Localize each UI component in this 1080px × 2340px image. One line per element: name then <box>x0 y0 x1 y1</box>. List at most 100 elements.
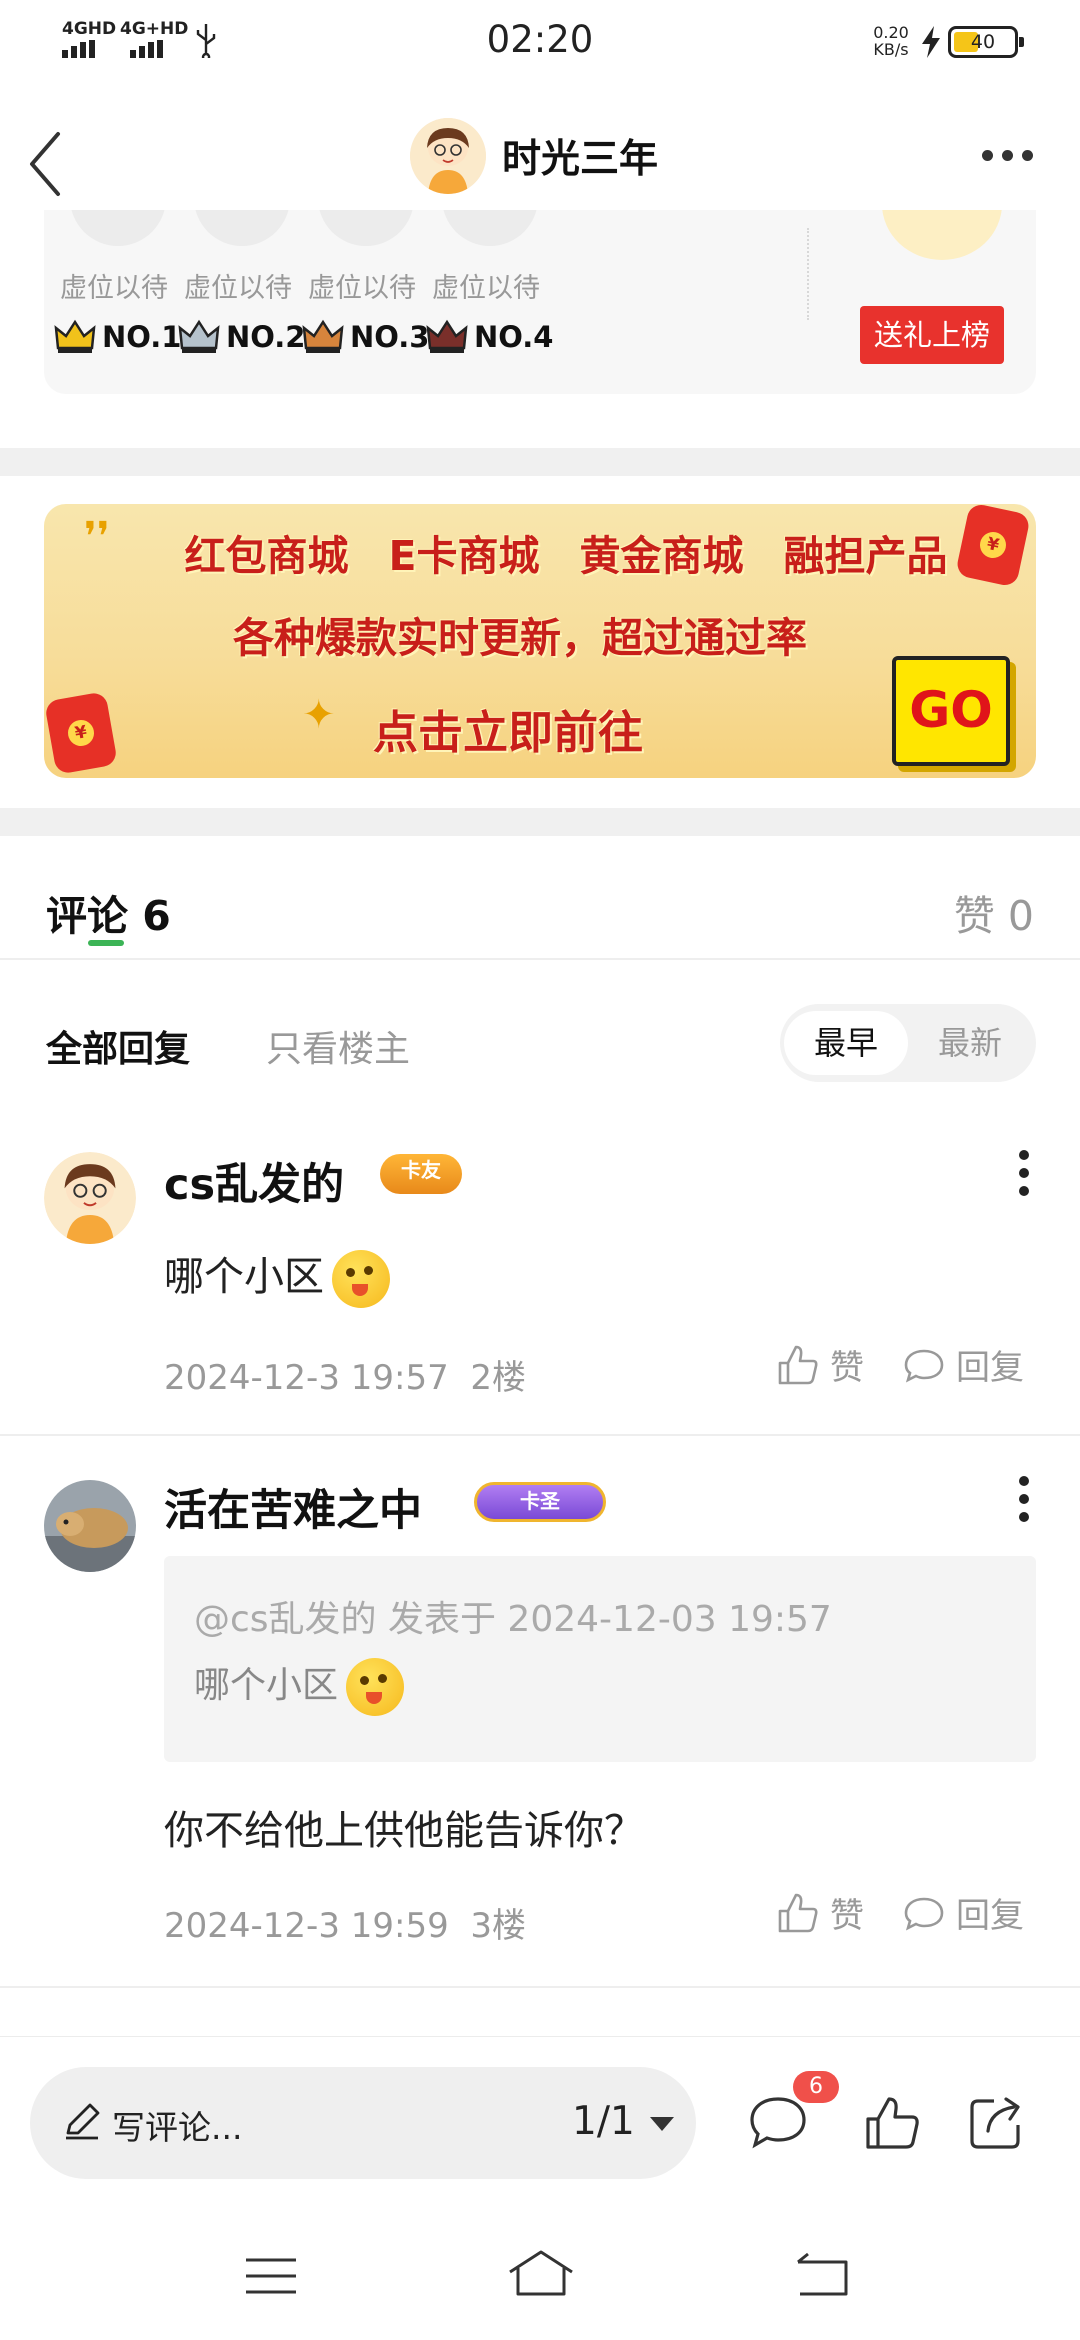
rank-divider <box>807 228 809 320</box>
dog-photo-avatar-icon <box>44 1480 136 1572</box>
rank-slot-1[interactable]: 虚位以待 NO.1 <box>44 210 184 394</box>
quoted-comment[interactable]: @cs乱发的 发表于 2024-12-03 19:57 哪个小区 <box>164 1556 1036 1762</box>
comment-count-badge: 6 <box>793 2071 839 2103</box>
crown-bronze-icon <box>302 319 344 353</box>
return-icon[interactable] <box>794 2250 850 2298</box>
comment-author[interactable]: 活在苦难之中 <box>164 1476 422 1538</box>
like-label: 赞 <box>830 1348 864 1388</box>
cartoon-avatar-icon <box>44 1152 136 1244</box>
menu-icon[interactable] <box>244 2254 298 2298</box>
page-dropdown-icon[interactable] <box>650 2117 674 2131</box>
reply-label: 回复 <box>956 1896 1024 1936</box>
like-label: 赞 <box>830 1896 864 1936</box>
crown-dark-icon <box>426 319 468 353</box>
status-bar: 4GHD 4G+HD 02:20 0.20 KB/s 40 <box>0 0 1080 82</box>
thumbs-up-icon <box>778 1893 818 1932</box>
page-indicator[interactable]: 1/1 <box>572 2099 635 2144</box>
filter-all-replies[interactable]: 全部回复 <box>46 1020 190 1072</box>
compose-placeholder: 写评论... <box>112 2108 243 2147</box>
charging-icon <box>922 26 940 58</box>
comment-menu-button[interactable] <box>1014 1148 1034 1200</box>
banner-item: E卡商城 <box>388 532 540 580</box>
comment-time: 2024-12-3 19:59 <box>164 1906 449 1946</box>
section-gap <box>0 448 1080 476</box>
comment-author[interactable]: cs乱发的 <box>164 1150 344 1212</box>
banner-line-1: 红包商城 E卡商城 黄金商城 融担产品 <box>70 522 1036 582</box>
battery-icon: 40 <box>948 26 1024 58</box>
header: 时光三年 <box>0 82 1080 230</box>
quote-text: 哪个小区 <box>194 1656 405 1716</box>
rank-slot-label: 虚位以待 <box>432 273 540 304</box>
tab-indicator <box>88 940 124 946</box>
level-badge: 卡友 <box>380 1154 462 1194</box>
like-button[interactable]: 赞 <box>776 1888 864 1937</box>
comment-floor: 2楼 <box>470 1358 527 1398</box>
home-icon[interactable] <box>506 2248 576 2298</box>
comment-menu-button[interactable] <box>1014 1474 1034 1526</box>
reply-bubble-icon <box>904 1349 944 1382</box>
cartoon-avatar-icon <box>410 118 486 194</box>
pencil-icon <box>66 2103 100 2140</box>
comment-text: 哪个小区 <box>164 1244 390 1308</box>
battery-level: 40 <box>970 31 996 53</box>
rank-slot-label: 虚位以待 <box>184 273 292 304</box>
gift-ranking-card: 虚位以待 NO.1 虚位以待 NO.2 虚位以待 NO.3 虚位以待 NO.4 <box>44 210 1036 394</box>
sort-latest-button[interactable]: 最新 <box>908 1011 1032 1075</box>
sort-toggle: 最早 最新 <box>780 1004 1036 1082</box>
banner-line-2: 各种爆款实时更新，超过通过率 <box>233 614 807 662</box>
comment-text-body: 哪个小区 <box>164 1254 324 1300</box>
reply-bubble-icon <box>904 1897 944 1930</box>
rank-number: NO.4 <box>474 320 554 354</box>
banner-item: 红包商城 <box>184 532 349 580</box>
comment-time: 2024-12-3 19:57 <box>164 1358 449 1398</box>
share-icon[interactable] <box>966 2093 1026 2153</box>
reply-button[interactable]: 回复 <box>902 1340 1024 1389</box>
back-button[interactable] <box>18 110 78 200</box>
system-navigation-bar <box>0 2210 1080 2340</box>
comment-item: 活在苦难之中 卡圣 @cs乱发的 发表于 2024-12-03 19:57 哪个… <box>0 1436 1080 1988</box>
level-badge: 卡圣 <box>474 1482 606 1522</box>
back-arrow-icon <box>30 132 60 196</box>
quote-text-body: 哪个小区 <box>194 1665 339 1706</box>
write-comment-input[interactable]: 写评论... 1/1 <box>30 2067 696 2179</box>
comment-text: 你不给他上供他能告诉你？ <box>164 1808 644 1854</box>
tab-comments[interactable]: 评论 6 <box>46 882 171 942</box>
speed-value: 0.20 <box>873 23 909 42</box>
comment-floor: 3楼 <box>470 1906 527 1946</box>
promo-banner[interactable]: ❜❜ 红包商城E卡商城黄金商城融担产品 各种爆款实时更新，超过通过率 ✦ 点击立… <box>44 504 1036 778</box>
emoji-icon <box>346 1658 405 1716</box>
emoji-icon <box>332 1250 390 1308</box>
quote-header: @cs乱发的 发表于 2024-12-03 19:57 <box>194 1599 832 1640</box>
like-button[interactable]: 赞 <box>776 1340 864 1389</box>
header-avatar[interactable] <box>410 118 486 194</box>
rank-slot-label: 虚位以待 <box>308 273 416 304</box>
go-label: GO <box>909 681 993 739</box>
filter-op-only[interactable]: 只看楼主 <box>266 1020 410 1072</box>
rank-slot-4[interactable]: 虚位以待 NO.4 <box>416 210 556 394</box>
avatar[interactable] <box>44 1152 136 1244</box>
crown-silver-icon <box>178 319 220 353</box>
reply-filters: 全部回复 只看楼主 最早 最新 <box>0 1000 1080 1090</box>
banner-line-3: 点击立即前往 <box>372 706 643 759</box>
comment-tabs: 评论 6 赞 0 <box>0 836 1080 960</box>
thumbs-up-icon[interactable] <box>862 2093 922 2153</box>
comment-meta: 2024-12-3 19:59 3楼 <box>164 1898 526 1947</box>
divider <box>0 1986 1080 1988</box>
more-button[interactable] <box>978 144 1038 168</box>
rank-slot-2[interactable]: 虚位以待 NO.2 <box>168 210 308 394</box>
sort-earliest-button[interactable]: 最早 <box>784 1011 908 1075</box>
send-gift-button[interactable]: 送礼上榜 <box>860 306 1004 364</box>
banner-item: 黄金商城 <box>579 532 744 580</box>
go-button[interactable]: GO <box>892 656 1010 766</box>
header-title[interactable]: 时光三年 <box>502 128 658 184</box>
tab-likes[interactable]: 赞 0 <box>954 882 1034 942</box>
banner-item: 融担产品 <box>783 532 948 580</box>
gift-top-avatar <box>882 210 1002 260</box>
reply-label: 回复 <box>956 1348 1024 1388</box>
reply-button[interactable]: 回复 <box>902 1888 1024 1937</box>
thumbs-up-icon <box>778 1345 818 1384</box>
avatar[interactable] <box>44 1480 136 1572</box>
section-gap <box>0 808 1080 836</box>
comment-bubble-icon[interactable] <box>748 2093 808 2153</box>
rank-slot-3[interactable]: 虚位以待 NO.3 <box>292 210 432 394</box>
